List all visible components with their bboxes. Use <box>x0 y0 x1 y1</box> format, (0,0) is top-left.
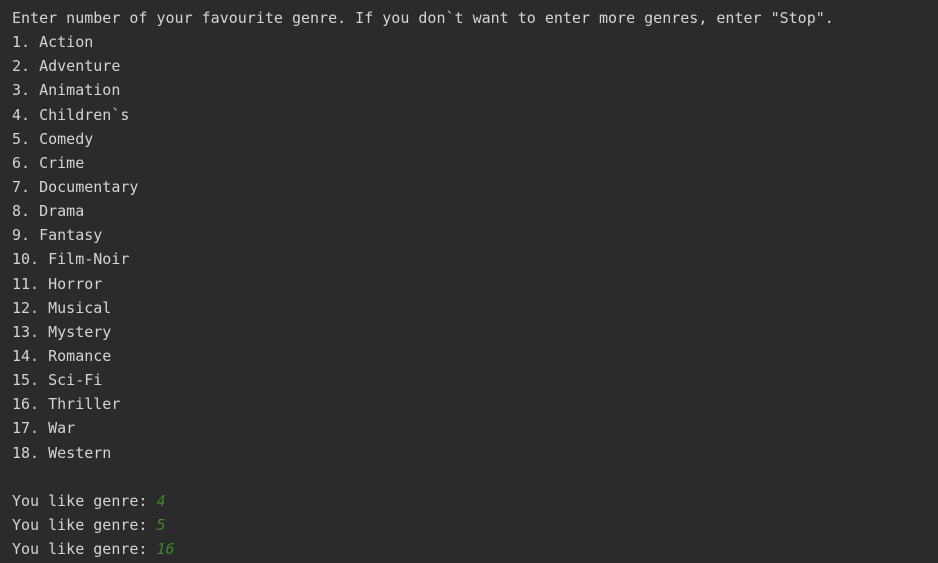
response-label: You like genre: <box>12 540 157 559</box>
genre-item: 14. Romance <box>12 346 112 365</box>
genre-item: 17. War <box>12 419 76 438</box>
console-output: Enter number of your favourite genre. If… <box>0 0 938 563</box>
genre-item: 16. Thriller <box>12 395 121 414</box>
genre-item: 6. Crime <box>12 153 85 172</box>
user-input-value: 16 <box>156 540 175 559</box>
response-label: You like genre: <box>12 491 157 510</box>
genre-item: 18. Western <box>12 443 112 462</box>
genre-item: 15. Sci-Fi <box>12 371 103 390</box>
genre-item: 2. Adventure <box>12 57 121 76</box>
genre-item: 8. Drama <box>12 202 85 221</box>
genre-item: 4. Children`s <box>12 105 130 124</box>
prompt-line: Enter number of your favourite genre. If… <box>12 9 834 27</box>
genre-item: 11. Horror <box>12 274 103 293</box>
genre-item: 13. Mystery <box>12 322 112 341</box>
genre-item: 5. Comedy <box>12 129 94 148</box>
user-input-value: 4 <box>156 491 166 510</box>
genre-item: 9. Fantasy <box>12 226 103 245</box>
response-line: You like genre: 4 <box>12 489 938 513</box>
genre-item: 7. Documentary <box>12 177 139 196</box>
genre-item: 10. Film-Noir <box>12 250 130 269</box>
response-line: You like genre: 5 <box>12 513 938 537</box>
response-line: You like genre: 16 <box>12 537 938 561</box>
genre-item: 12. Musical <box>12 298 112 317</box>
genre-item: 1. Action <box>12 33 94 52</box>
user-input-value: 5 <box>156 515 166 534</box>
genre-item: 3. Animation <box>12 81 121 100</box>
response-label: You like genre: <box>12 515 157 534</box>
